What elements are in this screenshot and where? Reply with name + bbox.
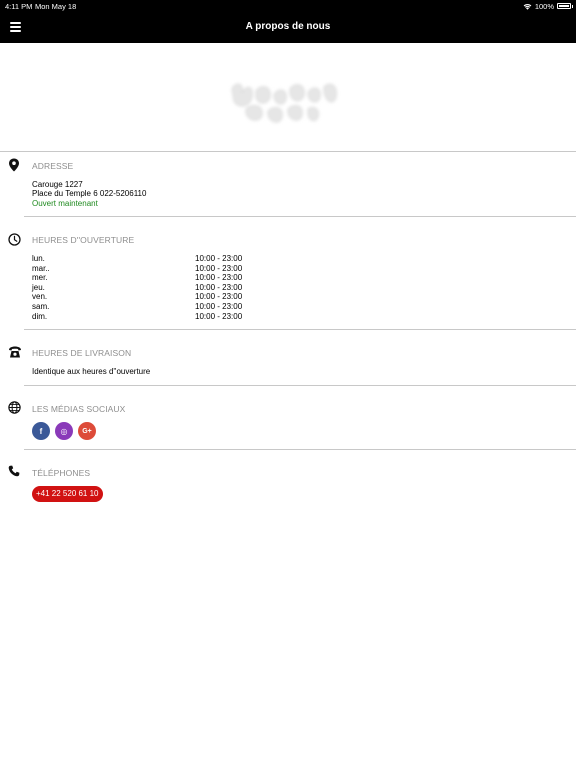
location-pin-icon (9, 158, 19, 172)
address-line-2: Place du Temple 6 022-5206110 (32, 189, 147, 198)
time-range: 10:00 - 23:00 (195, 292, 243, 302)
section-heading: LES MÉDIAS SOCIAUX (32, 404, 126, 414)
section-heading: TÉLÉPHONES (32, 468, 91, 478)
nav-bar: A propos de nous (0, 12, 576, 43)
time-range: 10:00 - 23:00 (195, 273, 243, 283)
open-status: Ouvert maintenant (32, 199, 98, 208)
time-range: 10:00 - 23:00 (195, 254, 243, 263)
restaurant-logo (231, 83, 337, 123)
day-label: mer. (32, 273, 48, 283)
status-bar: 4:11 PM Mon May 18 100% (0, 0, 576, 12)
divider (0, 151, 576, 152)
globe-icon (8, 401, 21, 414)
social-icons: f ◎ G+ (32, 422, 96, 440)
hours-row: ven. 10:00 - 23:00 (32, 292, 272, 302)
battery-percent: 100% (534, 1, 554, 11)
phone-icon (8, 465, 20, 477)
instagram-icon[interactable]: ◎ (55, 422, 73, 440)
telephone-icon (9, 346, 21, 358)
battery-icon (557, 3, 573, 9)
day-label: ven. (32, 292, 48, 302)
hours-row: mar.. 10:00 - 23:00 (32, 264, 272, 274)
section-heading: HEURES DE LIVRAISON (32, 348, 132, 358)
day-label: lun. (32, 254, 45, 263)
google-plus-glyph: G+ (82, 427, 92, 435)
time-range: 10:00 - 23:00 (195, 263, 243, 273)
instagram-glyph: ◎ (60, 426, 68, 436)
delivery-hours-section: HEURES DE LIVRAISON Identique aux heures… (0, 330, 576, 386)
day-label: dim. (32, 311, 48, 321)
page-title: A propos de nous (245, 21, 331, 32)
day-label: mar.. (32, 263, 50, 273)
hours-row: jeu. 10:00 - 23:00 (32, 283, 272, 293)
phones-section: TÉLÉPHONES +41 22 520 61 10 (0, 450, 576, 510)
facebook-glyph: f (39, 426, 43, 436)
opening-hours-section: HEURES D''OUVERTURE lun. 10:00 - 23:00 ma… (0, 217, 576, 330)
wifi-icon (523, 3, 532, 10)
delivery-hours-text: Identique aux heures d''ouverture (32, 367, 151, 376)
section-heading: HEURES D''OUVERTURE (32, 235, 135, 245)
time-range: 10:00 - 23:00 (195, 301, 243, 311)
clock-icon (8, 233, 21, 246)
google-plus-icon[interactable]: G+ (78, 422, 96, 440)
hours-row: sam. 10:00 - 23:00 (32, 302, 272, 312)
hours-row: lun. 10:00 - 23:00 (32, 254, 272, 264)
phone-call-button[interactable]: +41 22 520 61 10 (32, 486, 103, 502)
hours-row: dim. 10:00 - 23:00 (32, 312, 272, 322)
address-section: ADRESSE Carouge 1227 Place du Temple 6 0… (0, 151, 576, 217)
facebook-icon[interactable]: f (32, 422, 50, 440)
hours-row: mer. 10:00 - 23:00 (32, 273, 272, 283)
time-range: 10:00 - 23:00 (195, 282, 243, 292)
status-time: 4:11 PM (5, 1, 33, 11)
time-range: 10:00 - 23:00 (195, 311, 243, 321)
day-label: sam. (32, 301, 50, 311)
day-label: jeu. (32, 282, 45, 292)
social-media-section: LES MÉDIAS SOCIAUX f ◎ G+ (0, 386, 576, 450)
hours-table: lun. 10:00 - 23:00 mar.. 10:00 - 23:00 mer… (32, 254, 272, 321)
status-right: 100% (523, 1, 573, 11)
section-heading: ADRESSE (32, 161, 74, 171)
status-date: Mon May 18 (35, 1, 77, 11)
logo-area (0, 43, 576, 151)
